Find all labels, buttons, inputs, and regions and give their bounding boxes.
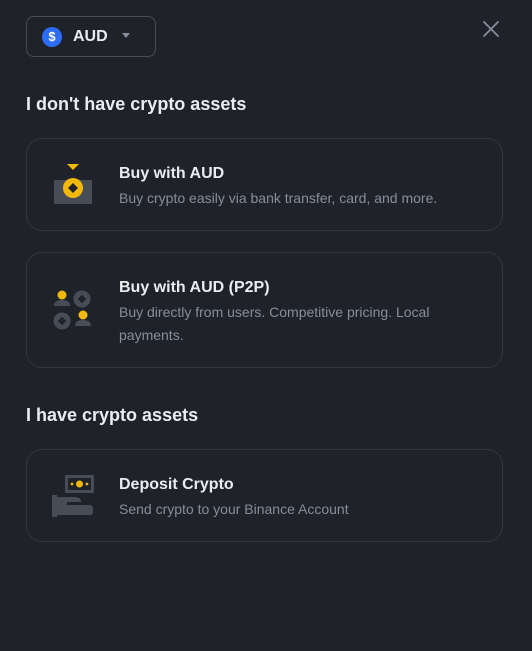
buy-p2p-description: Buy directly from users. Competitive pri… (119, 304, 430, 343)
buy-with-fiat-card[interactable]: Buy with AUD Buy crypto easily via bank … (26, 138, 503, 231)
buy-p2p-title: Buy with AUD (P2P) (119, 279, 270, 296)
deposit-icon (51, 474, 95, 518)
buy-fiat-icon (51, 163, 95, 207)
deposit-crypto-description: Send crypto to your Binance Account (119, 501, 349, 517)
close-button[interactable] (479, 17, 503, 41)
dollar-icon: $ (42, 26, 62, 47)
close-icon (483, 21, 499, 37)
p2p-icon (51, 288, 95, 332)
buy-fiat-title: Buy with AUD (119, 165, 225, 182)
deposit-crypto-card[interactable]: Deposit Crypto Send crypto to your Binan… (26, 449, 503, 542)
currency-selector[interactable]: $ AUD (26, 16, 156, 57)
section-title-have-crypto: I have crypto assets (26, 405, 199, 425)
currency-code: AUD (73, 27, 108, 45)
buy-p2p-card[interactable]: Buy with AUD (P2P) Buy directly from use… (26, 252, 503, 368)
buy-fiat-description: Buy crypto easily via bank transfer, car… (119, 190, 438, 206)
deposit-crypto-title: Deposit Crypto (119, 476, 234, 493)
payment-method-dialog: $ AUD I don't have crypto assets Buy wit… (0, 0, 532, 651)
caret-down-icon (121, 33, 130, 38)
section-title-no-crypto: I don't have crypto assets (26, 94, 247, 114)
